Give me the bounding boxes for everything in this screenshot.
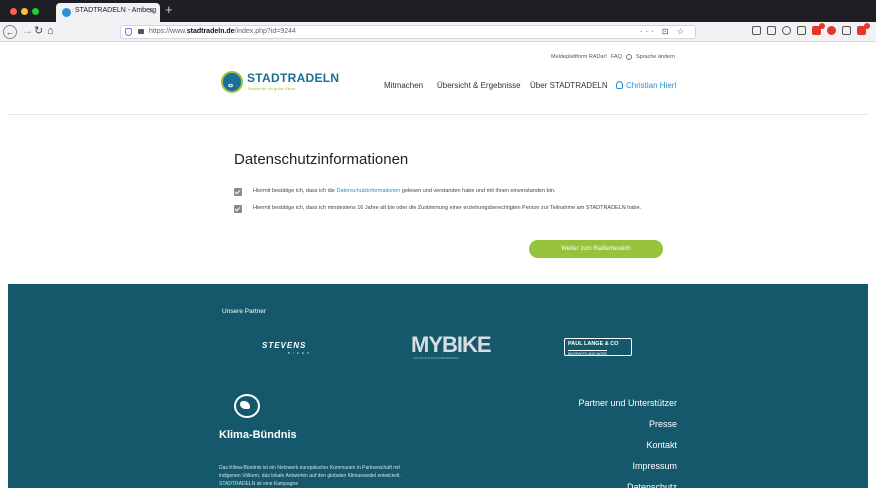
- mybike-logo[interactable]: MYBIKE: [411, 332, 492, 358]
- stevens-logo-sub: BIKES: [288, 351, 312, 355]
- tab-title: STADTRADELN - Amberg: [75, 7, 157, 14]
- stevens-logo[interactable]: STEVENS: [262, 341, 306, 350]
- stadtradeln-logo[interactable]: ⴰ STADTRADELN Radeln für ein gutes Klima: [221, 71, 341, 93]
- forward-arrow-icon[interactable]: →: [22, 25, 33, 38]
- continue-button[interactable]: Weiter zum Radlerbereich: [529, 240, 663, 258]
- privacy-consent-label: Hiermit bestätige ich, dass ich die Date…: [253, 188, 556, 194]
- user-name: Christian Hierl: [626, 81, 677, 90]
- age-consent-label: Hiermit bestätige ich, dass ich mindeste…: [253, 205, 642, 211]
- footer-link-presse[interactable]: Presse: [578, 414, 677, 435]
- klima-buendnis-description: Das Klima-Bündnis ist ein Netzwerk europ…: [219, 465, 401, 487]
- close-tab-icon[interactable]: ×: [149, 6, 154, 16]
- tracking-shield-icon[interactable]: [125, 28, 132, 36]
- back-arrow-icon[interactable]: ←: [3, 25, 17, 39]
- close-window-icon[interactable]: [10, 8, 17, 15]
- url-text[interactable]: https://www.stadtradeln.de/index.php?id=…: [149, 28, 296, 35]
- consent-row-age: Hiermit bestätige ich, dass ich mindeste…: [234, 204, 674, 213]
- klima-buendnis-name: Klima-Bündnis: [219, 429, 297, 441]
- extension-puzzle-icon[interactable]: [857, 23, 870, 35]
- nav-mitmachen[interactable]: Mitmachen: [384, 81, 423, 90]
- footer-link-impressum[interactable]: Impressum: [578, 456, 677, 477]
- faq-link[interactable]: FAQ: [611, 54, 622, 60]
- sidebar-icon[interactable]: [767, 26, 776, 35]
- age-consent-checkbox[interactable]: [234, 205, 242, 213]
- footer-link-partner[interactable]: Partner und Unterstützer: [578, 393, 677, 414]
- paul-lange-name: PAUL LANGE & CO: [568, 341, 619, 347]
- nav-ueber[interactable]: Über STADTRADELN: [530, 81, 608, 90]
- footer-link-datenschutz[interactable]: Datenschutz: [578, 477, 677, 488]
- account-icon[interactable]: [782, 26, 791, 35]
- klima-buendnis-globe-icon[interactable]: [234, 394, 260, 418]
- extension-red-icon[interactable]: [827, 26, 836, 35]
- new-tab-button[interactable]: +: [165, 3, 173, 17]
- tab-bar: STADTRADELN - Amberg × +: [0, 0, 876, 22]
- consent-row-privacy: Hiermit bestätige ich, dass ich die Date…: [234, 187, 555, 196]
- extension-badge-icon[interactable]: [812, 23, 825, 35]
- reporting-platform-link[interactable]: Meldeplattform RADar!: [551, 54, 607, 60]
- partners-heading: Unsere Partner: [222, 308, 267, 315]
- logo-claim: Radeln für ein gutes Klima: [248, 86, 295, 91]
- paul-lange-logo[interactable]: PAUL LANGE & CO BIKEPARTS AND MORE: [564, 338, 632, 356]
- user-menu[interactable]: Christian Hierl: [616, 81, 676, 90]
- toolbar-extensions: [752, 23, 870, 35]
- page-actions-icons[interactable]: ··· ⊡ ☆: [640, 27, 687, 36]
- browser-window: STADTRADELN - Amberg × + ← → ↻ ⌂ https:/…: [0, 0, 876, 488]
- language-link[interactable]: Sprache ändern: [636, 54, 675, 60]
- bicycle-logo-icon: ⴰ: [221, 71, 243, 93]
- page-title: Datenschutzinformationen: [234, 151, 409, 168]
- footer-links: Partner und Unterstützer Presse Kontakt …: [578, 393, 677, 488]
- minimize-window-icon[interactable]: [21, 8, 28, 15]
- privacy-consent-checkbox[interactable]: [234, 188, 242, 196]
- tab-stadtradeln[interactable]: STADTRADELN - Amberg ×: [56, 3, 160, 22]
- logo-name: STADTRADELN: [247, 71, 340, 85]
- page: Meldeplattform RADar! FAQ Sprache ändern…: [8, 43, 868, 488]
- header-divider: [8, 114, 868, 115]
- extension-icon[interactable]: [797, 26, 806, 35]
- mybike-logo-sub: DAS MAGAZIN FÜR FAHRRADFAHRER: [413, 357, 459, 360]
- globe-icon: [625, 54, 632, 60]
- privacy-info-link[interactable]: Datenschutzinformationen: [336, 188, 400, 194]
- url-bar[interactable]: https://www.stadtradeln.de/index.php?id=…: [120, 25, 696, 39]
- lock-icon[interactable]: [138, 29, 144, 34]
- home-icon[interactable]: ⌂: [47, 25, 54, 38]
- user-icon: [616, 81, 623, 89]
- favicon-icon: [62, 8, 71, 17]
- paul-lange-claim: BIKEPARTS AND MORE: [568, 350, 607, 356]
- footer: Unsere Partner STEVENS BIKES MYBIKE DAS …: [8, 284, 868, 488]
- utility-links: Meldeplattform RADar! FAQ Sprache ändern: [551, 54, 675, 60]
- extension-grid-icon[interactable]: [842, 26, 851, 35]
- footer-link-kontakt[interactable]: Kontakt: [578, 435, 677, 456]
- reload-icon[interactable]: ↻: [34, 25, 43, 38]
- library-icon[interactable]: [752, 26, 761, 35]
- navigation-bar: ← → ↻ ⌂ https://www.stadtradeln.de/index…: [0, 22, 876, 42]
- nav-uebersicht[interactable]: Übersicht & Ergebnisse: [437, 81, 521, 90]
- zoom-window-icon[interactable]: [32, 8, 39, 15]
